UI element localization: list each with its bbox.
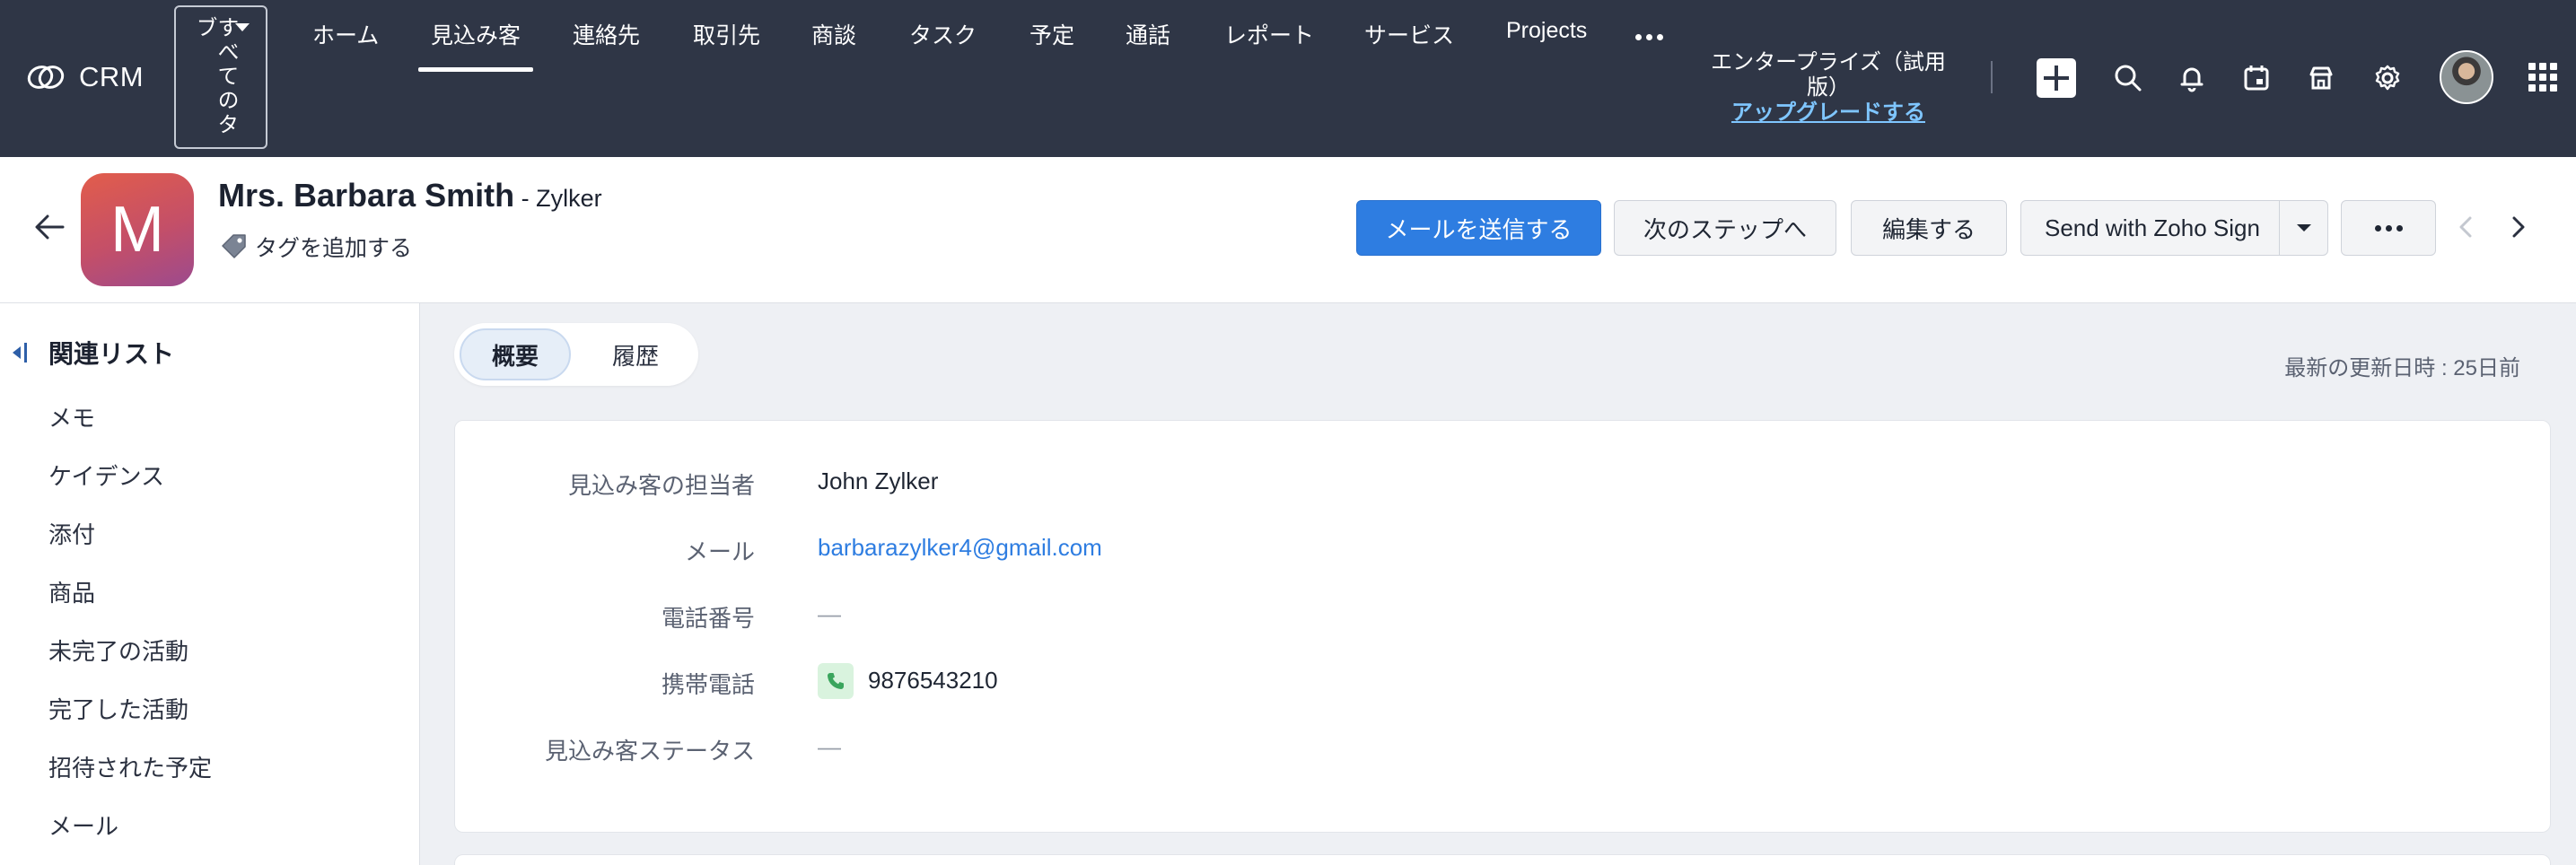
collapse-sidebar-icon[interactable] xyxy=(13,340,31,365)
nav-tab-home[interactable]: ホーム xyxy=(312,18,379,54)
more-tabs-icon[interactable] xyxy=(1635,34,1663,40)
bell-icon[interactable] xyxy=(2177,63,2207,93)
back-arrow-icon[interactable] xyxy=(32,209,68,245)
field-label-lead-owner: 見込み客の担当者 xyxy=(567,472,755,499)
field-value-lead-owner[interactable]: John Zylker xyxy=(818,467,938,495)
phone-icon[interactable] xyxy=(818,663,854,699)
field-label-phone: 電話番号 xyxy=(661,605,755,632)
active-tab-indicator xyxy=(418,67,533,72)
nav-tab-tasks[interactable]: タスク xyxy=(909,18,977,54)
next-section-card xyxy=(454,854,2551,865)
more-actions-button[interactable] xyxy=(2341,200,2436,256)
edit-button[interactable]: 編集する xyxy=(1851,200,2007,256)
marketplace-icon[interactable] xyxy=(2306,63,2336,93)
record-company: - Zylker xyxy=(514,185,602,212)
sidebar-item-open-activities[interactable]: 未完了の活動 xyxy=(48,633,188,667)
calendar-icon[interactable] xyxy=(2241,63,2272,93)
all-tabs-label: すべてのタブ xyxy=(192,16,238,137)
sidebar-item-invited-meetings[interactable]: 招待された予定 xyxy=(48,750,212,783)
sidebar-item-products[interactable]: 商品 xyxy=(48,575,95,608)
upgrade-link[interactable]: アップグレードする xyxy=(1698,100,1958,126)
related-list-header[interactable]: 関連リスト xyxy=(13,335,174,371)
field-label-email: メール xyxy=(684,538,755,565)
zoho-sign-label: Send with Zoho Sign xyxy=(2045,214,2260,241)
nav-tab-projects[interactable]: Projects xyxy=(1506,18,1587,54)
field-label-mobile: 携帯電話 xyxy=(661,671,755,698)
sidebar-item-attachments[interactable]: 添付 xyxy=(48,517,95,550)
zoho-sign-button[interactable]: Send with Zoho Sign xyxy=(2020,200,2328,256)
sidebar-item-closed-activities[interactable]: 完了した活動 xyxy=(48,692,188,725)
nav-tab-deals[interactable]: 商談 xyxy=(811,18,856,54)
nav-tab-accounts[interactable]: 取引先 xyxy=(693,18,760,54)
add-tag-button[interactable]: タグを追加する xyxy=(219,231,412,263)
add-tag-label: タグを追加する xyxy=(255,236,413,261)
nav-tab-services[interactable]: サービス xyxy=(1364,18,1454,54)
edition-info: エンタープライズ（試用版） アップグレードする xyxy=(1698,50,1958,126)
nav-tab-leads[interactable]: 見込み客 xyxy=(431,18,521,54)
zoho-sign-dropdown[interactable] xyxy=(2279,201,2327,255)
previous-record-icon[interactable] xyxy=(2450,211,2483,243)
crm-logo-icon xyxy=(27,66,65,89)
nav-tab-reports[interactable]: レポート xyxy=(1224,18,1314,54)
field-value-phone[interactable]: — xyxy=(818,600,841,628)
sidebar-item-cadences[interactable]: ケイデンス xyxy=(48,459,164,492)
nav-tab-meetings[interactable]: 予定 xyxy=(1030,18,1074,54)
user-avatar[interactable] xyxy=(2440,50,2493,104)
related-list-title: 関連リスト xyxy=(48,340,175,368)
field-value-lead-status[interactable]: — xyxy=(818,733,841,761)
topbar-divider xyxy=(1991,61,1993,93)
more-dots-icon xyxy=(2374,224,2403,232)
record-title: Mrs. Barbara Smith - Zylker xyxy=(218,177,602,214)
record-avatar: M xyxy=(81,173,194,286)
apps-grid-icon[interactable] xyxy=(2528,63,2557,92)
plus-icon[interactable] xyxy=(2037,58,2076,98)
nav-tab-calls[interactable]: 通話 xyxy=(1126,18,1170,54)
chevron-down-icon xyxy=(2296,224,2311,232)
tab-timeline[interactable]: 履歴 xyxy=(580,328,691,380)
record-name: Mrs. Barbara Smith xyxy=(218,177,515,214)
crm-logo[interactable]: CRM xyxy=(25,59,144,95)
last-updated: 最新の更新日時 : 25日前 xyxy=(2284,356,2520,380)
nav-tab-contacts[interactable]: 連絡先 xyxy=(573,18,640,54)
next-step-button[interactable]: 次のステップへ xyxy=(1614,200,1836,256)
chevron-down-icon xyxy=(235,23,250,31)
all-tabs-dropdown[interactable]: すべてのタブ xyxy=(174,5,267,149)
record-tabs: 概要 履歴 xyxy=(454,323,698,386)
overview-card: 見込み客の担当者 John Zylker メール barbarazylker4@… xyxy=(454,420,2551,833)
field-label-lead-status: 見込み客ステータス xyxy=(544,738,755,765)
edition-label: エンタープライズ（試用版） xyxy=(1711,50,1946,100)
top-navigation-bar: CRM すべてのタブ ホーム 見込み客 連絡先 取引先 商談 タスク 予定 通話… xyxy=(0,0,2576,157)
field-value-mobile[interactable]: 9876543210 xyxy=(868,667,998,695)
tag-icon xyxy=(222,234,246,258)
send-email-button[interactable]: メールを送信する xyxy=(1356,200,1601,256)
next-record-icon[interactable] xyxy=(2502,211,2535,243)
gear-icon[interactable] xyxy=(2372,63,2403,93)
tab-overview[interactable]: 概要 xyxy=(460,328,571,380)
sidebar-item-notes[interactable]: メモ xyxy=(48,400,95,433)
app-name: CRM xyxy=(79,61,145,92)
search-icon[interactable] xyxy=(2113,63,2143,93)
sidebar-item-emails[interactable]: メール xyxy=(48,808,118,842)
field-value-email[interactable]: barbarazylker4@gmail.com xyxy=(818,534,1102,562)
related-list-sidebar: 関連リスト メモ ケイデンス 添付 商品 未完了の活動 完了した活動 招待された… xyxy=(0,303,420,865)
record-header: M Mrs. Barbara Smith - Zylker タグを追加する メー… xyxy=(0,157,2576,303)
